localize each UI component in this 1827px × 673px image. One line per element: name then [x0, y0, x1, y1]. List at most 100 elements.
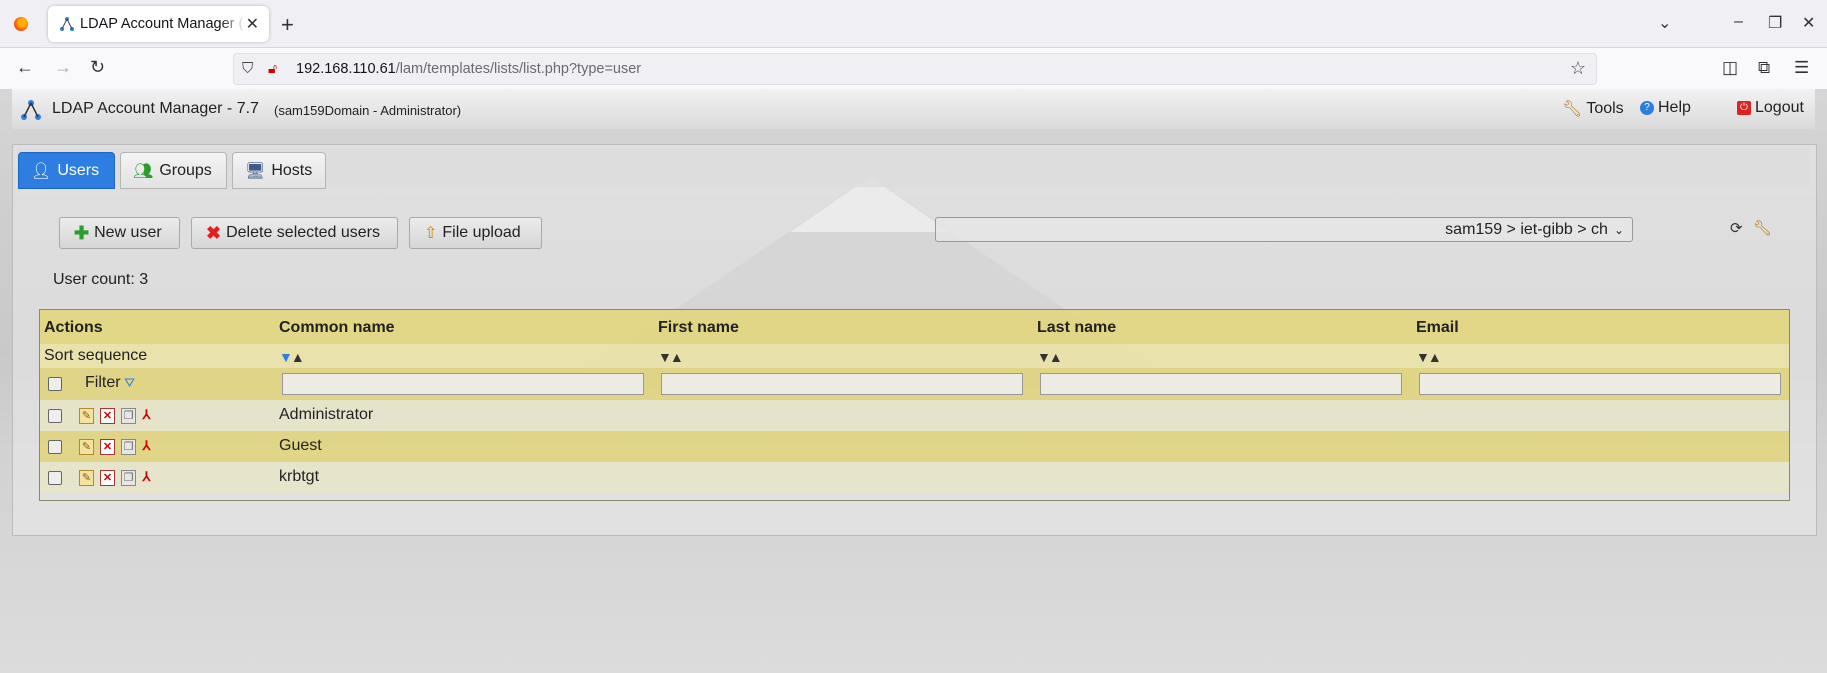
refresh-icon[interactable]: ⟳ [1730, 219, 1743, 237]
copy-icon[interactable]: ❐ [121, 470, 136, 486]
sort-email[interactable]: ▼▲ [1416, 349, 1442, 365]
help-label: Help [1658, 99, 1691, 116]
copy-icon[interactable]: ❐ [121, 408, 136, 424]
filter-last-name-input[interactable] [1040, 373, 1402, 395]
filter-button[interactable]: Filter ⛛ [85, 374, 135, 392]
sort-sequence-label: Sort sequence [44, 347, 148, 364]
delete-icon[interactable]: ✕ [100, 408, 115, 424]
upload-arrow-icon: ⇧ [424, 225, 438, 242]
lam-logo-icon [21, 100, 41, 120]
new-user-label: New user [94, 224, 162, 241]
column-header-common-name[interactable]: Common name [279, 319, 395, 337]
type-tabbar: 👤︎ Users 👥︎ Groups 🖥︎ Hosts [17, 147, 1810, 189]
close-tab-icon[interactable]: ✕ [246, 14, 259, 34]
table-row[interactable]: ✎ ✕ ❐ ⅄ Administrator [40, 400, 1789, 431]
reload-icon[interactable]: ↻ [90, 57, 105, 78]
sort-last-name[interactable]: ▼▲ [1037, 349, 1063, 365]
delete-x-icon: ✖ [206, 222, 222, 243]
group-icon: 👥︎ [133, 162, 154, 180]
tracking-shield-icon[interactable]: ⛉ [242, 60, 253, 77]
sort-desc-icon[interactable]: ▼ [1037, 349, 1051, 365]
column-header-actions: Actions [44, 319, 103, 336]
filter-first-name-input[interactable] [661, 373, 1023, 395]
sort-first-name[interactable]: ▼▲ [658, 349, 684, 365]
tab-users[interactable]: 👤︎ Users [18, 152, 115, 189]
firefox-icon [14, 17, 28, 31]
table-row[interactable]: ✎ ✕ ❐ ⅄ Guest [40, 431, 1789, 462]
tab-hosts-label: Hosts [271, 161, 313, 179]
tab-groups-label: Groups [159, 161, 212, 179]
file-upload-button[interactable]: ⇧ File upload [409, 217, 542, 249]
page-content: LDAP Account Manager - 7.7 (sam159Domain… [0, 89, 1827, 673]
sort-common-name[interactable]: ▼▲ [279, 349, 305, 365]
sort-desc-icon[interactable]: ▼ [658, 349, 672, 365]
insecure-lock-icon[interactable]: 🔓︎ [268, 60, 277, 77]
pdf-icon[interactable]: ⅄ [140, 408, 153, 422]
sort-desc-icon[interactable]: ▼ [1416, 349, 1430, 365]
cell-common-name: krbtgt [279, 468, 320, 485]
sort-asc-icon[interactable]: ▲ [291, 349, 305, 365]
tab-list-chevron-icon[interactable]: ⌄ [1658, 13, 1671, 33]
ou-suffix-select[interactable]: sam159 > iet-gibb > ch ⌄ [935, 217, 1633, 242]
table-header-row: Actions Common name First name Last name… [40, 310, 1789, 344]
tab-groups[interactable]: 👥︎ Groups [120, 152, 227, 189]
tools-link[interactable]: 🔧︎ Tools [1562, 99, 1624, 119]
sort-asc-icon[interactable]: ▲ [670, 349, 684, 365]
delete-icon[interactable]: ✕ [100, 439, 115, 455]
cell-common-name: Administrator [279, 406, 374, 423]
sort-desc-icon[interactable]: ▼ [279, 349, 293, 365]
delete-selected-button[interactable]: ✖ Delete selected users [191, 217, 398, 249]
row-checkbox[interactable] [48, 440, 62, 454]
filter-email-input[interactable] [1419, 373, 1781, 395]
close-window-icon[interactable]: ✕ [1802, 13, 1815, 33]
delete-icon[interactable]: ✕ [100, 470, 115, 486]
ou-selected-value: sam159 > iet-gibb > ch [1445, 221, 1608, 238]
bookmark-star-icon[interactable]: ☆ [1570, 58, 1586, 79]
row-checkbox[interactable] [48, 471, 62, 485]
logout-label: Logout [1755, 99, 1804, 116]
browser-tab[interactable]: LDAP Account Manager ( ✕ [48, 6, 269, 42]
help-icon: ? [1640, 101, 1654, 115]
sort-asc-icon[interactable]: ▲ [1428, 349, 1442, 365]
copy-icon[interactable]: ❐ [121, 439, 136, 455]
logout-link[interactable]: ⏻ Logout [1737, 99, 1804, 117]
edit-icon[interactable]: ✎ [79, 470, 94, 486]
help-link[interactable]: ? Help [1640, 99, 1691, 117]
sort-asc-icon[interactable]: ▲ [1049, 349, 1063, 365]
edit-icon[interactable]: ✎ [79, 408, 94, 424]
table-row[interactable]: ✎ ✕ ❐ ⅄ krbtgt [40, 462, 1789, 493]
filter-common-name-input[interactable] [282, 373, 644, 395]
funnel-icon: ⛛ [120, 375, 136, 390]
back-arrow-icon[interactable]: ← [16, 57, 34, 78]
user-count: User count: 3 [53, 271, 149, 288]
tab-hosts[interactable]: 🖥︎ Hosts [232, 152, 326, 189]
edit-icon[interactable]: ✎ [79, 439, 94, 455]
column-header-email[interactable]: Email [1416, 319, 1459, 337]
minimize-window-icon[interactable]: – [1734, 13, 1743, 31]
filter-label: Filter [85, 374, 121, 391]
host-icon: 🖥︎ [245, 162, 266, 180]
user-table: Actions Common name First name Last name… [39, 309, 1790, 501]
pocket-icon[interactable]: ◫ [1722, 58, 1738, 78]
pdf-icon[interactable]: ⅄ [140, 439, 153, 453]
new-user-button[interactable]: ✚ New user [59, 217, 180, 249]
row-checkbox[interactable] [48, 409, 62, 423]
forward-arrow-icon[interactable]: → [54, 57, 72, 78]
app-subtitle: (sam159Domain - Administrator) [274, 103, 462, 118]
select-all-checkbox[interactable] [48, 377, 62, 391]
chevron-down-icon: ⌄ [1613, 223, 1624, 237]
settings-wrench-icon[interactable]: 🔧︎ [1753, 219, 1772, 237]
lam-favicon-icon [60, 17, 74, 31]
cell-common-name: Guest [279, 437, 322, 454]
extensions-icon[interactable]: ⧉ [1758, 58, 1770, 78]
pdf-icon[interactable]: ⅄ [140, 470, 153, 484]
app-title: LDAP Account Manager - 7.7 [52, 100, 259, 117]
new-tab-button[interactable]: + [281, 12, 294, 38]
menu-icon[interactable]: ☰ [1794, 58, 1809, 78]
column-header-first-name[interactable]: First name [658, 319, 739, 337]
tab-users-label: Users [57, 161, 100, 179]
address-bar[interactable]: ⛉ 🔓︎ 192.168.110.61/lam/templates/lists/… [233, 53, 1597, 85]
column-header-last-name[interactable]: Last name [1037, 319, 1116, 337]
restore-window-icon[interactable]: ❐ [1768, 13, 1782, 33]
browser-navbar: ← → ↻ ⛉ 🔓︎ 192.168.110.61/lam/templates/… [0, 48, 1827, 90]
